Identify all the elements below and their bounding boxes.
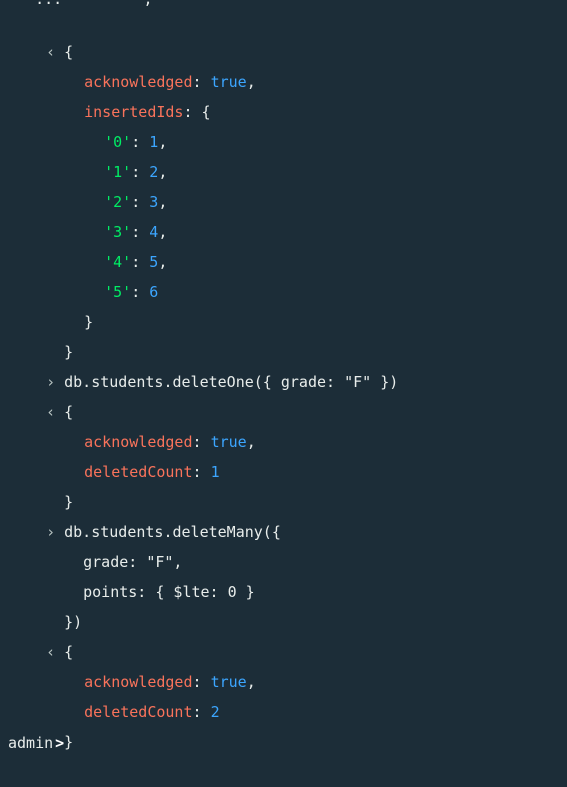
database-name: admin [8, 734, 54, 752]
brace: } [64, 733, 74, 751]
output-line: ‹{ [0, 7, 567, 61]
output-line: '4': 5, [104, 253, 168, 271]
output-line: acknowledged: true, [84, 433, 256, 451]
output-line: '0': 1, [104, 133, 168, 151]
output-line: } [0, 307, 567, 361]
output-line: '1': 2, [104, 163, 168, 181]
output-line: } [0, 277, 567, 331]
output-line: ‹{ [0, 367, 567, 421]
input-line[interactable]: points: { $lte: 0 } [0, 547, 567, 601]
output-line: acknowledged: true, [84, 73, 256, 91]
output-line: } [0, 457, 567, 511]
output-line: '3': 4, [104, 223, 168, 241]
prompt-caret-icon: > [55, 734, 65, 752]
output-line: acknowledged: true, [84, 673, 256, 691]
input-line[interactable]: grade: "F", [0, 517, 567, 571]
shell-output[interactable]: ‹{ acknowledged: true, insertedIds: { '0… [0, 0, 567, 751]
output-line: deletedCount: 1 [84, 463, 220, 481]
output-line: '5': 6 [104, 283, 159, 301]
output-line: deletedCount: 2 [84, 703, 220, 721]
output-line: insertedIds: { [84, 103, 211, 121]
output-line: } [0, 697, 567, 751]
input-line[interactable]: › db.students.deleteMany({ [0, 487, 567, 541]
input-line[interactable]: › db.students.deleteOne({ grade: "F" }) [0, 337, 567, 391]
shell-prompt[interactable]: admin > [8, 733, 64, 753]
input-line[interactable]: }) [0, 577, 567, 631]
output-line: ‹{ [0, 607, 567, 661]
output-line: '2': 3, [104, 193, 168, 211]
